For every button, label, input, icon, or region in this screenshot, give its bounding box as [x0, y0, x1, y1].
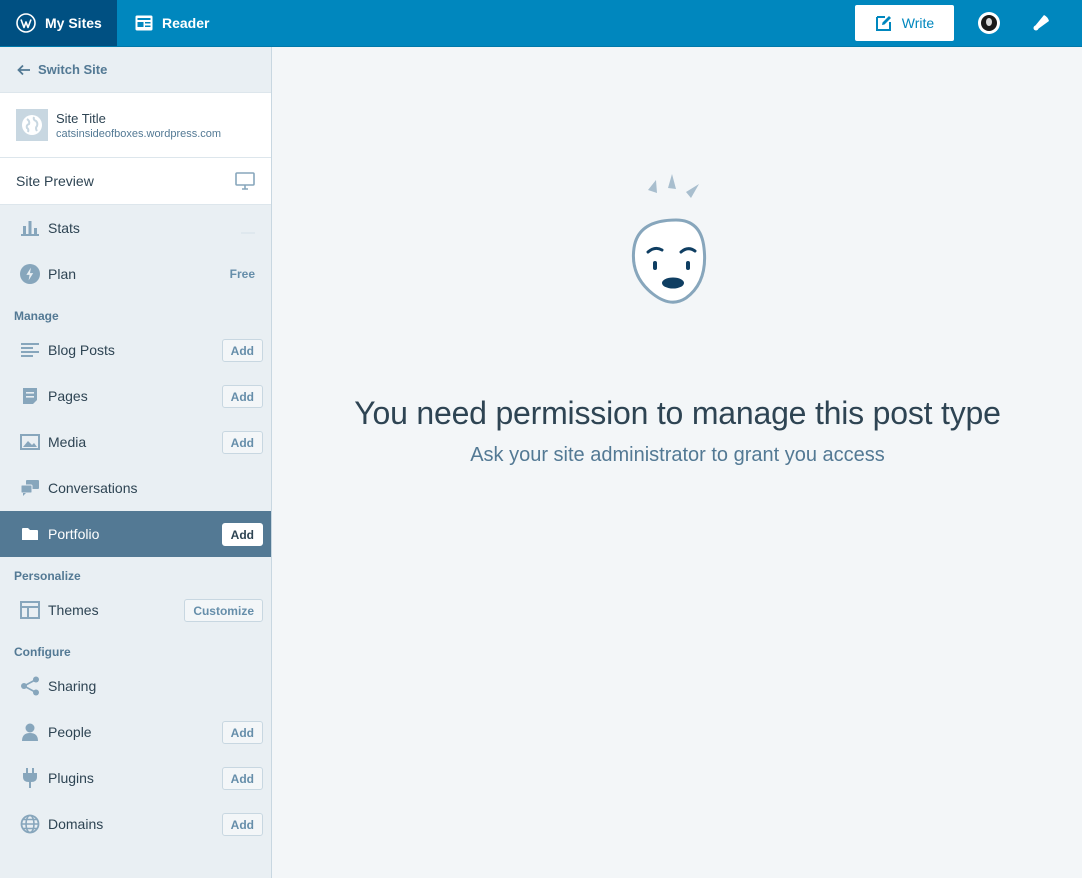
- conversations-icon: [20, 478, 40, 498]
- reader-tab[interactable]: Reader: [117, 0, 209, 46]
- sidebar: Switch Site Site Title catsinsideofboxes…: [0, 47, 272, 878]
- empty-state-title: You need permission to manage this post …: [354, 395, 1001, 431]
- site-domain: catsinsideofboxes.wordpress.com: [56, 127, 222, 140]
- sidebar-item-plan[interactable]: Plan Free: [0, 251, 271, 297]
- confused-face-illustration: [626, 172, 726, 337]
- sharing-label: Sharing: [48, 678, 97, 694]
- themes-icon: [20, 600, 40, 620]
- media-icon: [20, 432, 40, 452]
- add-portfolio-button[interactable]: Add: [221, 523, 263, 546]
- conversations-label: Conversations: [48, 480, 138, 496]
- manage-header: Manage: [14, 309, 59, 323]
- site-preview-label: Site Preview: [16, 173, 94, 189]
- masterbar: My Sites Reader Write: [0, 0, 1082, 47]
- switch-site-link[interactable]: Switch Site: [0, 47, 271, 92]
- plan-badge: Free: [229, 267, 255, 281]
- stats-label: Stats: [48, 220, 80, 236]
- pages-icon: [20, 386, 40, 406]
- site-globe-icon: [16, 109, 48, 141]
- add-page-button[interactable]: Add: [221, 385, 263, 408]
- sidebar-item-plugins[interactable]: Plugins Add: [0, 755, 271, 801]
- monitor-icon: [235, 172, 255, 190]
- sidebar-item-stats[interactable]: Stats: [0, 205, 271, 251]
- sidebar-item-domains[interactable]: Domains Add: [0, 801, 271, 847]
- notifications-bell-icon[interactable]: [1031, 11, 1053, 38]
- site-card[interactable]: Site Title catsinsideofboxes.wordpress.c…: [0, 92, 271, 158]
- main-content: You need permission to manage this post …: [273, 47, 1082, 878]
- write-label: Write: [901, 15, 935, 31]
- stats-sparkline: [241, 232, 255, 234]
- sidebar-item-portfolio[interactable]: Portfolio Add: [0, 511, 271, 557]
- stats-icon: [20, 218, 40, 238]
- write-icon: [875, 16, 891, 31]
- add-media-button[interactable]: Add: [221, 431, 263, 454]
- add-blog-post-button[interactable]: Add: [221, 339, 263, 362]
- configure-header: Configure: [14, 645, 71, 659]
- write-button[interactable]: Write: [855, 5, 954, 41]
- user-avatar[interactable]: [978, 12, 1000, 34]
- sidebar-menu: Stats Plan Free Manage Blog Posts Add Pa…: [0, 205, 271, 847]
- customize-button[interactable]: Customize: [184, 599, 263, 622]
- sidebar-item-pages[interactable]: Pages Add: [0, 373, 271, 419]
- sidebar-item-people[interactable]: People Add: [0, 709, 271, 755]
- share-icon: [20, 676, 40, 696]
- sidebar-item-blog-posts[interactable]: Blog Posts Add: [0, 327, 271, 373]
- add-people-button[interactable]: Add: [221, 721, 263, 744]
- folder-icon: [20, 524, 40, 544]
- site-preview-item[interactable]: Site Preview: [0, 158, 271, 205]
- personalize-header: Personalize: [14, 569, 81, 583]
- sidebar-item-conversations[interactable]: Conversations: [0, 465, 271, 511]
- sidebar-item-sharing[interactable]: Sharing: [0, 663, 271, 709]
- posts-icon: [20, 340, 40, 360]
- plug-icon: [20, 768, 40, 788]
- my-sites-tab[interactable]: My Sites: [0, 0, 117, 46]
- my-sites-label: My Sites: [45, 15, 102, 31]
- globe-icon: [20, 814, 40, 834]
- sidebar-item-media[interactable]: Media Add: [0, 419, 271, 465]
- reader-icon: [135, 15, 153, 31]
- avatar-image: [981, 15, 997, 31]
- plan-bolt-icon: [20, 264, 40, 284]
- switch-site-label: Switch Site: [38, 62, 108, 77]
- sidebar-item-themes[interactable]: Themes Customize: [0, 587, 271, 633]
- reader-label: Reader: [162, 15, 210, 31]
- person-icon: [20, 722, 40, 742]
- wordpress-logo-icon: [16, 13, 36, 33]
- add-domain-button[interactable]: Add: [221, 813, 263, 836]
- arrow-left-icon: [17, 64, 30, 75]
- empty-state-line: Ask your site administrator to grant you…: [470, 444, 885, 466]
- add-plugin-button[interactable]: Add: [221, 767, 263, 790]
- site-title: Site Title: [56, 110, 106, 126]
